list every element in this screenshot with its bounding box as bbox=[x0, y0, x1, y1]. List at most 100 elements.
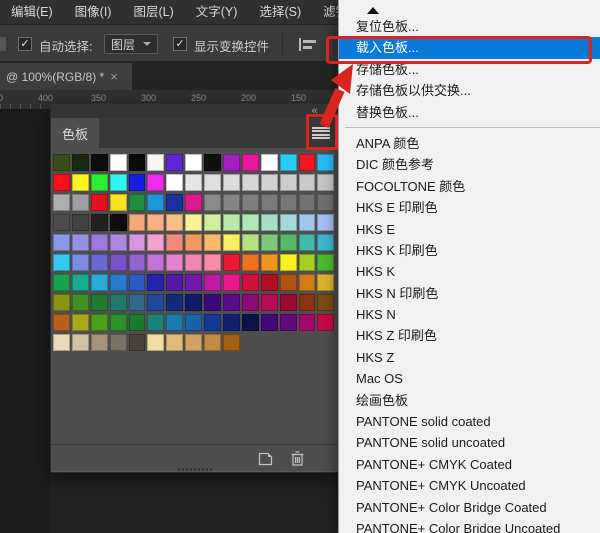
color-swatch[interactable] bbox=[166, 214, 183, 231]
color-swatch[interactable] bbox=[242, 294, 259, 311]
color-swatch[interactable] bbox=[110, 214, 127, 231]
menubar-item[interactable]: 文字(Y) bbox=[185, 0, 249, 25]
menu-item[interactable]: ANPA 颜色 bbox=[339, 133, 600, 154]
color-swatch[interactable] bbox=[166, 194, 183, 211]
color-swatch[interactable] bbox=[223, 294, 240, 311]
color-swatch[interactable] bbox=[72, 174, 89, 191]
color-swatch[interactable] bbox=[53, 274, 70, 291]
color-swatch[interactable] bbox=[166, 294, 183, 311]
color-swatch[interactable] bbox=[185, 154, 202, 171]
menu-item[interactable]: HKS N 印刷色 bbox=[339, 283, 600, 304]
color-swatch[interactable] bbox=[185, 274, 202, 291]
color-swatch[interactable] bbox=[299, 234, 316, 251]
color-swatch[interactable] bbox=[299, 254, 316, 271]
color-swatch[interactable] bbox=[280, 194, 297, 211]
color-swatch[interactable] bbox=[166, 254, 183, 271]
new-swatch-icon[interactable] bbox=[258, 452, 273, 466]
menu-item[interactable]: 复位色板... bbox=[339, 16, 600, 37]
color-swatch[interactable] bbox=[280, 254, 297, 271]
color-swatch[interactable] bbox=[261, 174, 278, 191]
color-swatch[interactable] bbox=[166, 334, 183, 351]
color-swatch[interactable] bbox=[317, 154, 334, 171]
color-swatch[interactable] bbox=[53, 334, 70, 351]
color-swatch[interactable] bbox=[166, 274, 183, 291]
color-swatch[interactable] bbox=[147, 214, 164, 231]
color-swatch[interactable] bbox=[317, 214, 334, 231]
color-swatch[interactable] bbox=[280, 214, 297, 231]
color-swatch[interactable] bbox=[129, 214, 146, 231]
show-transform-checkbox[interactable]: ✓ bbox=[173, 37, 187, 51]
color-swatch[interactable] bbox=[91, 174, 108, 191]
color-swatch[interactable] bbox=[185, 254, 202, 271]
color-swatch[interactable] bbox=[261, 234, 278, 251]
color-swatch[interactable] bbox=[72, 254, 89, 271]
color-swatch[interactable] bbox=[166, 174, 183, 191]
color-swatch[interactable] bbox=[147, 274, 164, 291]
color-swatch[interactable] bbox=[280, 274, 297, 291]
color-swatch[interactable] bbox=[185, 174, 202, 191]
color-swatch[interactable] bbox=[204, 174, 221, 191]
color-swatch[interactable] bbox=[147, 234, 164, 251]
color-swatch[interactable] bbox=[72, 234, 89, 251]
color-swatch[interactable] bbox=[91, 334, 108, 351]
color-swatch[interactable] bbox=[317, 254, 334, 271]
auto-select-checkbox[interactable]: ✓ bbox=[18, 37, 32, 51]
color-swatch[interactable] bbox=[166, 234, 183, 251]
menubar-item[interactable]: 图层(L) bbox=[122, 0, 184, 25]
color-swatch[interactable] bbox=[72, 274, 89, 291]
color-swatch[interactable] bbox=[261, 274, 278, 291]
menu-item[interactable]: 存储色板以供交换... bbox=[339, 80, 600, 101]
menu-item[interactable]: 替换色板... bbox=[339, 102, 600, 123]
color-swatch[interactable] bbox=[72, 154, 89, 171]
color-swatch[interactable] bbox=[129, 254, 146, 271]
color-swatch[interactable] bbox=[223, 194, 240, 211]
color-swatch[interactable] bbox=[110, 234, 127, 251]
color-swatch[interactable] bbox=[204, 314, 221, 331]
color-swatch[interactable] bbox=[280, 314, 297, 331]
color-swatch[interactable] bbox=[223, 154, 240, 171]
color-swatch[interactable] bbox=[242, 214, 259, 231]
menu-item[interactable]: 绘画色板 bbox=[339, 390, 600, 411]
color-swatch[interactable] bbox=[53, 174, 70, 191]
menu-item[interactable]: PANTONE solid coated bbox=[339, 411, 600, 432]
color-swatch[interactable] bbox=[261, 214, 278, 231]
color-swatch[interactable] bbox=[53, 314, 70, 331]
menu-item[interactable]: PANTONE+ Color Bridge Uncoated bbox=[339, 518, 600, 533]
color-swatch[interactable] bbox=[317, 314, 334, 331]
document-tab[interactable]: @ 100%(RGB/8) * × bbox=[0, 63, 132, 90]
color-swatch[interactable] bbox=[204, 214, 221, 231]
color-swatch[interactable] bbox=[299, 214, 316, 231]
color-swatch[interactable] bbox=[223, 254, 240, 271]
color-swatch[interactable] bbox=[129, 154, 146, 171]
color-swatch[interactable] bbox=[185, 214, 202, 231]
tab-swatches[interactable]: 色板 bbox=[51, 118, 99, 148]
color-swatch[interactable] bbox=[204, 334, 221, 351]
color-swatch[interactable] bbox=[299, 294, 316, 311]
color-swatch[interactable] bbox=[204, 254, 221, 271]
color-swatch[interactable] bbox=[91, 234, 108, 251]
color-swatch[interactable] bbox=[147, 294, 164, 311]
color-swatch[interactable] bbox=[91, 274, 108, 291]
menu-item[interactable]: HKS Z 印刷色 bbox=[339, 325, 600, 346]
menu-item[interactable]: PANTONE solid uncoated bbox=[339, 432, 600, 453]
color-swatch[interactable] bbox=[185, 314, 202, 331]
menu-item[interactable]: PANTONE+ CMYK Uncoated bbox=[339, 475, 600, 496]
color-swatch[interactable] bbox=[223, 214, 240, 231]
close-panel-icon[interactable]: × bbox=[326, 104, 332, 118]
color-swatch[interactable] bbox=[129, 294, 146, 311]
color-swatch[interactable] bbox=[166, 314, 183, 331]
color-swatch[interactable] bbox=[147, 194, 164, 211]
menubar-item[interactable]: 图像(I) bbox=[64, 0, 123, 25]
trash-icon[interactable] bbox=[291, 451, 304, 466]
color-swatch[interactable] bbox=[204, 234, 221, 251]
color-swatch[interactable] bbox=[110, 254, 127, 271]
color-swatch[interactable] bbox=[185, 334, 202, 351]
color-swatch[interactable] bbox=[185, 294, 202, 311]
color-swatch[interactable] bbox=[53, 294, 70, 311]
menu-item-load-swatches[interactable]: 载入色板... bbox=[339, 37, 600, 58]
color-swatch[interactable] bbox=[204, 294, 221, 311]
color-swatch[interactable] bbox=[204, 274, 221, 291]
color-swatch[interactable] bbox=[242, 154, 259, 171]
color-swatch[interactable] bbox=[280, 174, 297, 191]
color-swatch[interactable] bbox=[91, 194, 108, 211]
